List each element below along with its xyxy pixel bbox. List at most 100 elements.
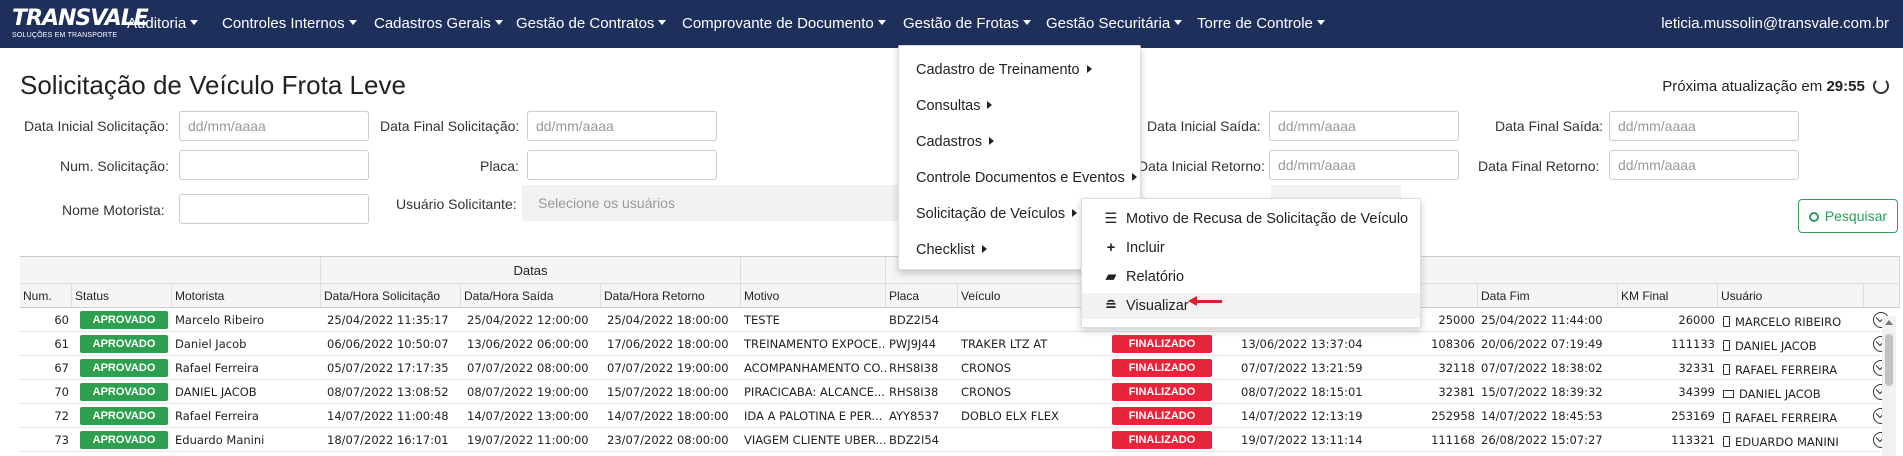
- input-nome-motorista[interactable]: [179, 194, 369, 224]
- label-data-inicial-saida: Data Inicial Saída:: [1147, 118, 1261, 134]
- top-navbar: TRANSVALE SOLUÇÕES EM TRANSPORTE Auditor…: [0, 0, 1903, 48]
- menu-checklist[interactable]: Checklist: [916, 242, 987, 258]
- input-data-final-saida[interactable]: dd/mm/aaaa: [1609, 111, 1799, 141]
- cell-km-inicial: 252958: [1431, 409, 1475, 423]
- monitor-icon: [1723, 390, 1734, 398]
- col-usuario[interactable]: Usuário: [1718, 284, 1864, 308]
- status-badge: APROVADO: [80, 431, 168, 449]
- status-badge: APROVADO: [80, 335, 168, 353]
- input-data-inicial-saida[interactable]: dd/mm/aaaa: [1269, 111, 1459, 141]
- group-header-empty: [20, 257, 321, 284]
- refresh-label: Próxima atualização em: [1662, 78, 1823, 95]
- menu-cadastros[interactable]: Cadastros: [916, 134, 995, 150]
- cell-solicitacao: 05/07/2022 17:17:35: [327, 361, 449, 375]
- col-num[interactable]: Num.: [20, 284, 72, 308]
- cell-motivo: TREINAMENTO EXPOCE...: [744, 337, 886, 351]
- cell-veiculo: [958, 428, 1108, 452]
- nav-gestao-securitaria[interactable]: Gestão Securitária: [1046, 15, 1183, 32]
- menu-solicitacao-veiculos[interactable]: Solicitação de Veículos: [916, 206, 1078, 222]
- cell-inicio: 08/07/2022 18:15:01: [1241, 385, 1363, 399]
- nav-cadastros-gerais[interactable]: Cadastros Gerais: [374, 15, 503, 32]
- submenu-incluir[interactable]: + Incluir: [1082, 235, 1420, 261]
- cell-solicitacao: 14/07/2022 11:00:48: [327, 409, 449, 423]
- scroll-up-icon[interactable]: [1885, 320, 1893, 325]
- cell-veiculo: TRAKER LTZ AT: [961, 337, 1048, 351]
- nav-gestao-frotas[interactable]: Gestão de Frotas: [903, 15, 1031, 32]
- caret-right-icon: [981, 245, 987, 253]
- cell-saida: 25/04/2022 12:00:00: [467, 313, 589, 327]
- cell-placa: AYY8537: [889, 409, 940, 423]
- solicitacao-veiculos-submenu: ☰ Motivo de Recusa de Solicitação de Veíc…: [1081, 198, 1421, 328]
- user-email[interactable]: leticia.mussolin@transvale.com.br: [1661, 15, 1889, 32]
- cell-motorista: Eduardo Manini: [175, 433, 265, 447]
- submenu-motivo-recusa[interactable]: ☰ Motivo de Recusa de Solicitação de Veíc…: [1082, 206, 1420, 232]
- caret-right-icon: [1072, 209, 1078, 217]
- status-badge: APROVADO: [80, 359, 168, 377]
- cell-placa: PWJ9J44: [889, 337, 937, 351]
- input-data-final-retorno[interactable]: dd/mm/aaaa: [1609, 150, 1799, 180]
- nav-gestao-contratos[interactable]: Gestão de Contratos: [516, 15, 667, 32]
- cell-num: 61: [54, 337, 69, 351]
- col-km-final[interactable]: KM Final: [1618, 284, 1718, 308]
- mobile-icon: [1723, 340, 1730, 351]
- menu-cadastro-treinamento[interactable]: Cadastro de Treinamento: [916, 62, 1092, 78]
- cell-usuario: RAFAEL FERREIRA: [1720, 358, 1864, 382]
- nav-controles-internos[interactable]: Controles Internos: [222, 15, 357, 32]
- cell-retorno: 14/07/2022 18:00:00: [607, 409, 729, 423]
- input-data-inicial-solicitacao[interactable]: dd/mm/aaaa: [179, 111, 369, 141]
- cell-inicio: 14/07/2022 12:13:19: [1241, 409, 1363, 423]
- caret-down-icon: [1174, 20, 1183, 25]
- cell-veiculo: CRONOS: [961, 385, 1012, 399]
- transvale-logo[interactable]: TRANSVALE SOLUÇÕES EM TRANSPORTE: [12, 6, 149, 42]
- cell-saida: 08/07/2022 19:00:00: [467, 385, 589, 399]
- menu-controle-documentos[interactable]: Controle Documentos e Eventos: [916, 170, 1137, 186]
- cell-usuario: MARCELO RIBEIRO: [1720, 310, 1864, 334]
- caret-right-icon: [989, 137, 995, 145]
- nav-torre-controle[interactable]: Torre de Controle: [1197, 15, 1325, 32]
- cell-km-inicial: 111168: [1431, 433, 1475, 447]
- col-data-solicitacao[interactable]: Data/Hora Solicitação: [321, 284, 461, 308]
- nav-comprovante-documento[interactable]: Comprovante de Documento: [682, 15, 886, 32]
- label-data-final-retorno: Data Final Retorno:: [1478, 158, 1600, 174]
- input-num-solicitacao[interactable]: [179, 150, 369, 180]
- cell-retorno: 07/07/2022 19:00:00: [607, 361, 729, 375]
- cell-fim: 07/07/2022 18:38:02: [1481, 361, 1603, 375]
- label-data-inicial-solicitacao: Data Inicial Solicitação:: [24, 118, 169, 134]
- status-badge-finalizado: FINALIZADO: [1112, 359, 1212, 377]
- table-scrollbar[interactable]: [1882, 316, 1896, 456]
- nav-auditoria[interactable]: Auditoria: [127, 15, 199, 32]
- scroll-thumb[interactable]: [1885, 334, 1893, 386]
- refresh-icon[interactable]: [1873, 78, 1889, 94]
- cell-motivo: ACOMPANHAMENTO CO...: [744, 361, 886, 375]
- col-data-fim[interactable]: Data Fim: [1478, 284, 1618, 308]
- caret-right-icon: [1086, 65, 1092, 73]
- caret-right-icon: [987, 101, 993, 109]
- col-motorista[interactable]: Motorista: [172, 284, 321, 308]
- caret-right-icon: [1131, 173, 1137, 181]
- menu-consultas[interactable]: Consultas: [916, 98, 993, 114]
- cell-placa: RHS8I38: [889, 385, 939, 399]
- col-placa[interactable]: Placa: [886, 284, 958, 308]
- submenu-visualizar[interactable]: ≘ Visualizar: [1082, 293, 1420, 319]
- refresh-timer: Próxima atualização em 29:55: [1662, 78, 1889, 95]
- col-data-saida[interactable]: Data/Hora Saída: [461, 284, 601, 308]
- label-data-inicial-retorno: Data Inicial Retorno:: [1138, 158, 1265, 174]
- label-usuario-solicitante: Usuário Solicitante:: [396, 196, 517, 212]
- input-data-final-solicitacao[interactable]: dd/mm/aaaa: [527, 111, 717, 141]
- input-placa[interactable]: [527, 150, 717, 180]
- status-badge-finalizado: FINALIZADO: [1112, 431, 1212, 449]
- input-data-inicial-retorno[interactable]: dd/mm/aaaa: [1269, 150, 1459, 180]
- col-status[interactable]: Status: [72, 284, 172, 308]
- label-data-final-saida: Data Final Saída:: [1495, 118, 1604, 134]
- cell-usuario: DANIEL JACOB: [1720, 334, 1864, 358]
- cell-motivo: PIRACICABA: ALCANCE...: [744, 385, 885, 399]
- col-actions: [1864, 284, 1900, 308]
- search-button[interactable]: Pesquisar: [1798, 199, 1898, 233]
- cell-motorista: DANIEL JACOB: [175, 385, 257, 399]
- select-usuarios[interactable]: Selecione os usuários: [522, 185, 902, 221]
- col-motivo[interactable]: Motivo: [741, 284, 886, 308]
- submenu-relatorio[interactable]: ▰ Relatório: [1082, 264, 1420, 290]
- cell-retorno: 23/07/2022 08:00:00: [607, 433, 729, 447]
- cell-inicio: 19/07/2022 13:11:14: [1241, 433, 1363, 447]
- col-data-retorno[interactable]: Data/Hora Retorno: [601, 284, 741, 308]
